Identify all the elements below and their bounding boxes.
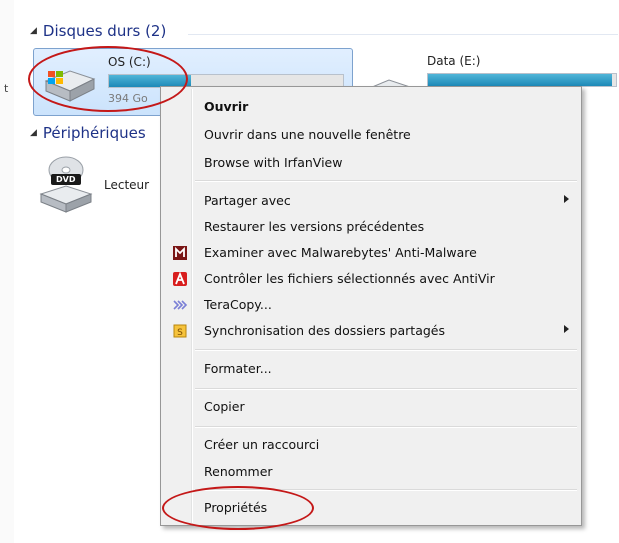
- menu-item-open-new-window[interactable]: Ouvrir dans une nouvelle fenêtre: [163, 122, 579, 148]
- dvd-drive-tile[interactable]: DVD Lecteur: [36, 156, 158, 216]
- menu-item-format[interactable]: Formater...: [163, 356, 579, 382]
- dvd-drive-icon: [39, 156, 93, 213]
- menu-item-label: Ouvrir: [204, 99, 249, 114]
- submenu-arrow-icon: [564, 325, 569, 333]
- dvd-drive-label: Lecteur: [104, 178, 150, 192]
- collapse-arrow-icon[interactable]: ◢: [30, 128, 37, 138]
- menu-item-label: Propriétés: [204, 500, 268, 515]
- antivir-icon: [173, 271, 187, 286]
- hard-drive-icon: [44, 70, 96, 102]
- menu-item-label: Formater...: [204, 361, 272, 376]
- menu-item-rename[interactable]: Renommer: [163, 459, 579, 485]
- drive-name-e: Data (E:): [427, 54, 481, 68]
- menu-item-label: Renommer: [204, 464, 273, 479]
- menu-separator: [195, 489, 577, 491]
- group-header-devices[interactable]: ◢ Périphériques: [30, 124, 146, 142]
- menu-item-antivir[interactable]: Contrôler les fichiers sélectionnés avec…: [163, 266, 579, 292]
- menu-separator: [195, 180, 577, 182]
- malwarebytes-icon: [173, 246, 187, 260]
- menu-item-properties[interactable]: Propriétés: [163, 495, 579, 521]
- dvd-badge: DVD: [56, 175, 76, 184]
- svg-text:S: S: [177, 328, 183, 338]
- group-title-devices: Périphériques: [42, 124, 146, 142]
- menu-item-restore-versions[interactable]: Restaurer les versions précédentes: [163, 214, 579, 240]
- menu-item-label: Examiner avec Malwarebytes' Anti-Malware: [204, 245, 477, 260]
- menu-item-share-with[interactable]: Partager avec: [163, 188, 579, 214]
- collapse-arrow-icon[interactable]: ◢: [30, 26, 37, 36]
- menu-item-label: Partager avec: [204, 193, 291, 208]
- group-header-hard-drives[interactable]: ◢ Disques durs (2): [30, 22, 166, 40]
- menu-item-label: Synchronisation des dossiers partagés: [204, 323, 445, 338]
- menu-item-label: Restaurer les versions précédentes: [204, 219, 425, 234]
- group-title-hard-drives: Disques durs (2): [42, 22, 167, 40]
- menu-item-label: TeraCopy...: [204, 297, 272, 312]
- teracopy-icon: [173, 300, 188, 310]
- menu-item-label: Browse with IrfanView: [204, 155, 343, 170]
- context-menu: Ouvrir Ouvrir dans une nouvelle fenêtre …: [160, 86, 582, 526]
- drive-free-space-c: 394 Go: [108, 92, 148, 105]
- drive-name-c: OS (C:): [108, 55, 151, 69]
- menu-item-malwarebytes[interactable]: Examiner avec Malwarebytes' Anti-Malware: [163, 240, 579, 266]
- navigation-pane-stub: t: [4, 82, 9, 95]
- sync-icon: S: [173, 324, 187, 338]
- menu-item-create-shortcut[interactable]: Créer un raccourci: [163, 432, 579, 458]
- menu-item-browse-irfanview[interactable]: Browse with IrfanView: [163, 150, 579, 176]
- drive-usage-fill-e: [428, 74, 613, 86]
- group-divider: [188, 34, 618, 35]
- menu-item-open[interactable]: Ouvrir: [163, 94, 579, 120]
- menu-item-label: Ouvrir dans une nouvelle fenêtre: [204, 127, 411, 142]
- menu-item-sync-shared-folders[interactable]: S Synchronisation des dossiers partagés: [163, 318, 579, 344]
- submenu-arrow-icon: [564, 195, 569, 203]
- menu-item-teracopy[interactable]: TeraCopy...: [163, 292, 579, 318]
- menu-item-label: Créer un raccourci: [204, 437, 320, 452]
- menu-separator: [195, 388, 577, 390]
- menu-item-label: Contrôler les fichiers sélectionnés avec…: [204, 271, 495, 286]
- menu-item-label: Copier: [204, 399, 245, 414]
- drive-usage-bar-e: [427, 73, 617, 87]
- menu-item-copy[interactable]: Copier: [163, 394, 579, 420]
- menu-separator: [195, 349, 577, 351]
- menu-separator: [195, 426, 577, 428]
